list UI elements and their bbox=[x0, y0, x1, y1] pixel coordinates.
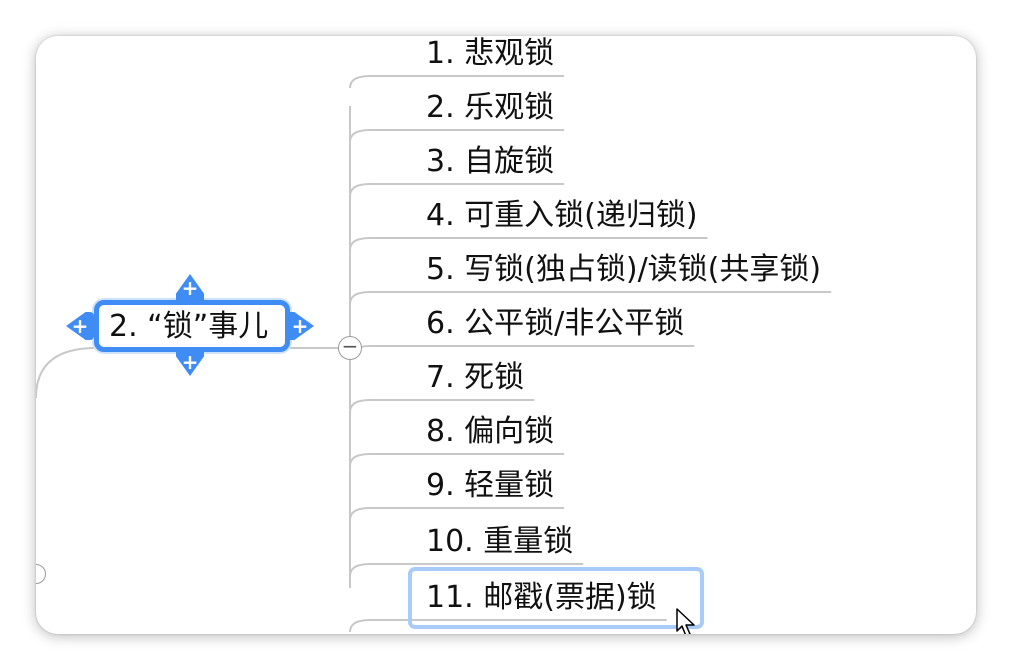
branch-line-9 bbox=[349, 507, 565, 521]
branch-line-6 bbox=[349, 345, 695, 359]
subtopic-7[interactable]: 7. 死锁 bbox=[426, 360, 524, 396]
mindmap-canvas[interactable]: 2. “锁”事儿 + + + + − 1. 悲观锁 2. 乐观锁 3. 自旋锁 … bbox=[36, 36, 976, 634]
arrow-cursor-icon bbox=[676, 608, 695, 634]
subtopic-3[interactable]: 3. 自旋锁 bbox=[426, 144, 554, 180]
parent-connector bbox=[36, 347, 97, 399]
central-topic[interactable]: 2. “锁”事儿 bbox=[94, 300, 290, 352]
central-topic-label: 2. “锁”事儿 bbox=[109, 309, 269, 344]
subtopic-6[interactable]: 6. 公平锁/非公平锁 bbox=[426, 306, 684, 342]
branch-line-1 bbox=[349, 75, 565, 89]
branch-line-8 bbox=[349, 453, 565, 467]
collapse-minus-icon[interactable]: − bbox=[338, 336, 362, 360]
subtopic-5[interactable]: 5. 写锁(独占锁)/读锁(共享锁) bbox=[426, 252, 821, 288]
subtopic-11[interactable]: 11. 邮戳(票据)锁 bbox=[426, 580, 657, 616]
subtopic-8[interactable]: 8. 偏向锁 bbox=[426, 414, 554, 450]
branch-line-4 bbox=[349, 237, 708, 251]
mindmap-window: 2. “锁”事儿 + + + + − 1. 悲观锁 2. 乐观锁 3. 自旋锁 … bbox=[36, 36, 976, 634]
branch-line-2 bbox=[349, 129, 565, 143]
subtopic-1[interactable]: 1. 悲观锁 bbox=[426, 36, 554, 72]
branch-line-7 bbox=[349, 399, 535, 413]
subtopic-10[interactable]: 10. 重量锁 bbox=[426, 524, 573, 560]
branch-line-3 bbox=[349, 183, 565, 197]
subtopic-9[interactable]: 9. 轻量锁 bbox=[426, 468, 554, 504]
subtopic-2[interactable]: 2. 乐观锁 bbox=[426, 90, 554, 126]
subtopic-4[interactable]: 4. 可重入锁(递归锁) bbox=[426, 198, 698, 234]
branch-line-5 bbox=[349, 291, 832, 305]
